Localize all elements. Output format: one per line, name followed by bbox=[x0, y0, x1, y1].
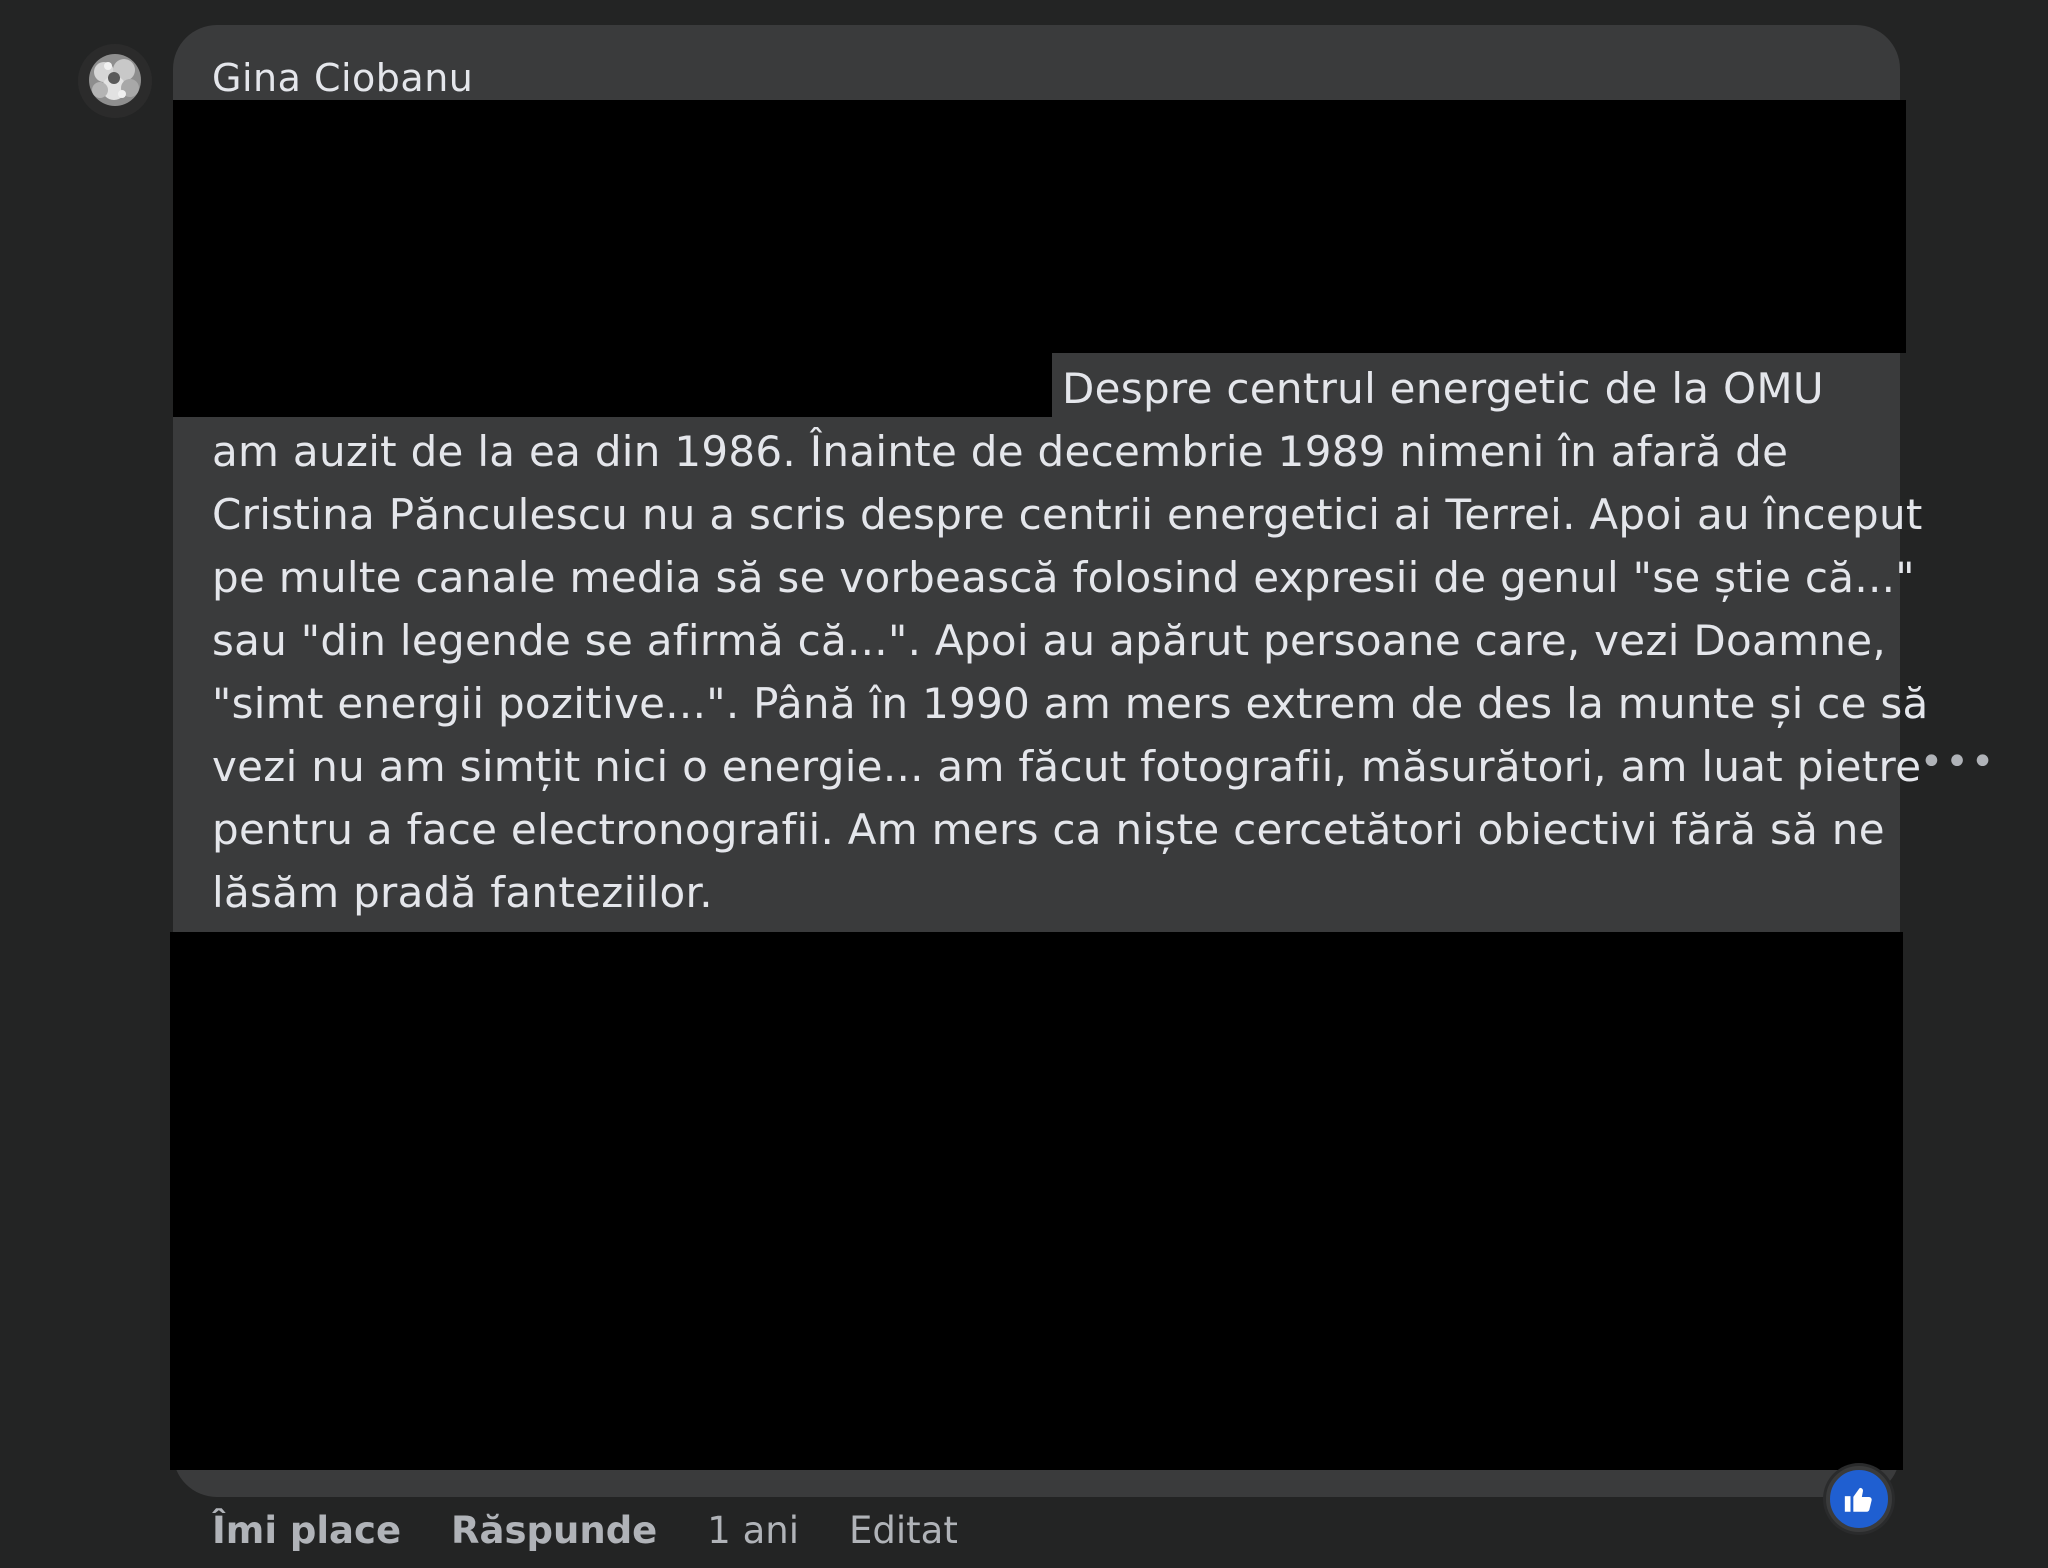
comment-author[interactable]: Gina Ciobanu bbox=[212, 56, 473, 100]
more-options-icon: ••• bbox=[1919, 739, 1997, 785]
comment-text-line: pe multe canale media să se vorbească fo… bbox=[212, 553, 1915, 602]
comment-actions: Îmi place Răspunde 1 ani Editat bbox=[212, 1505, 1008, 1555]
previous-comment-fragment bbox=[205, 0, 525, 4]
redacted-region bbox=[173, 100, 1906, 353]
like-reaction-badge[interactable] bbox=[1826, 1466, 1892, 1532]
comment-text-line: lăsăm pradă fanteziilor. bbox=[212, 868, 713, 917]
like-button[interactable]: Îmi place bbox=[212, 1509, 401, 1552]
comment-text-line: Despre centrul energetic de la OMU bbox=[1062, 364, 1824, 413]
comment-text-line: am auzit de la ea din 1986. Înainte de d… bbox=[212, 427, 1789, 476]
comment-text: Despre centrul energetic de la OMU am au… bbox=[212, 357, 1929, 924]
avatar-image bbox=[78, 44, 152, 118]
edited-label: Editat bbox=[849, 1508, 958, 1552]
more-options-button[interactable]: ••• bbox=[1920, 739, 1995, 785]
avatar[interactable] bbox=[78, 44, 152, 118]
thumbs-up-icon bbox=[1844, 1487, 1872, 1512]
comment-text-line: Cristina Pănculescu nu a scris despre ce… bbox=[212, 490, 1923, 539]
comment-thread: Gina Ciobanu Despre centrul energetic de… bbox=[0, 0, 2048, 1568]
comment-text-line: pentru a face electronografii. Am mers c… bbox=[212, 805, 1885, 854]
comment-text-line: sau "din legende se afirmă că...". Apoi … bbox=[212, 616, 1886, 665]
comment-text-line: "simt energii pozitive...". Până în 1990… bbox=[212, 679, 1929, 728]
timestamp[interactable]: 1 ani bbox=[707, 1509, 799, 1552]
reply-button[interactable]: Răspunde bbox=[451, 1509, 657, 1552]
comment-text-line: vezi nu am simțit nici o energie... am f… bbox=[212, 742, 1922, 791]
redacted-region bbox=[170, 932, 1903, 1470]
